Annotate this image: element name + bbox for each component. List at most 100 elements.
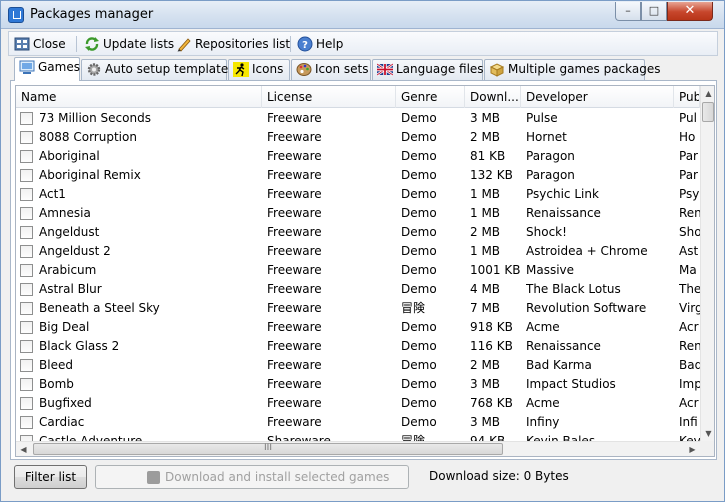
vertical-scroll-thumb[interactable] — [702, 102, 714, 122]
tab-language-files[interactable]: Language files — [372, 59, 484, 80]
row-checkbox[interactable] — [20, 188, 33, 201]
cell-name: Big Deal — [39, 320, 90, 334]
cell-developer: Acme — [526, 320, 560, 334]
column-header-developer[interactable]: Developer — [521, 86, 674, 108]
row-checkbox[interactable] — [20, 131, 33, 144]
table-row[interactable]: Castle Adventure Shareware 冒険 94 KB Kevin Ba… — [16, 432, 700, 441]
close-window-button[interactable]: ✕ — [667, 2, 713, 21]
scroll-right-arrow-icon[interactable]: ▶ — [685, 442, 700, 456]
row-checkbox[interactable] — [20, 302, 33, 315]
column-header-license[interactable]: License — [262, 86, 396, 108]
update-lists-button[interactable]: Update lists — [82, 34, 174, 54]
column-header-name[interactable]: Name — [16, 86, 262, 108]
cell-genre: Demo — [401, 358, 437, 372]
cell-license: Freeware — [267, 301, 322, 315]
scroll-up-arrow-icon[interactable]: ▲ — [701, 86, 714, 101]
row-checkbox[interactable] — [20, 340, 33, 353]
table-row[interactable]: Amnesia Freeware Demo 1 MB Renaissance Ren — [16, 204, 700, 223]
horizontal-scroll-thumb[interactable]: III — [33, 443, 503, 455]
games-tab-panel: Name License Genre Downl... Developer Pu… — [10, 80, 717, 460]
cell-publisher: Psy — [679, 187, 700, 201]
row-checkbox[interactable] — [20, 150, 33, 163]
table-row[interactable]: 73 Million Seconds Freeware Demo 3 MB Pulse P… — [16, 109, 700, 128]
cell-developer: Astroidea + Chrome — [526, 244, 648, 258]
title-bar[interactable]: Packages manager – □ ✕ — [1, 1, 724, 29]
cell-genre: Demo — [401, 111, 437, 125]
list-header: Name License Genre Downl... Developer Pu… — [16, 86, 700, 108]
table-row[interactable]: Aboriginal Freeware Demo 81 KB Paragon Par — [16, 147, 700, 166]
repositories-list-button[interactable]: Repositories list — [174, 34, 290, 54]
cell-license: Freeware — [267, 415, 322, 429]
cell-genre: Demo — [401, 263, 437, 277]
scroll-left-arrow-icon[interactable]: ◀ — [16, 442, 31, 456]
row-checkbox[interactable] — [20, 207, 33, 220]
table-row[interactable]: 8088 Corruption Freeware Demo 2 MB Hornet Ho — [16, 128, 700, 147]
scroll-down-arrow-icon[interactable]: ▼ — [701, 426, 714, 441]
row-checkbox[interactable] — [20, 169, 33, 182]
cell-name: Amnesia — [39, 206, 91, 220]
row-checkbox[interactable] — [20, 416, 33, 429]
column-header-publisher[interactable]: Pub — [674, 86, 700, 108]
column-header-genre[interactable]: Genre — [396, 86, 465, 108]
cell-genre: Demo — [401, 244, 437, 258]
row-checkbox[interactable] — [20, 226, 33, 239]
tab-multiple-games-packages[interactable]: Multiple games packages — [484, 59, 661, 80]
tab-games[interactable]: Games — [14, 57, 80, 81]
cell-genre: Demo — [401, 282, 437, 296]
tab-strip: Games Auto setup templates Icons Icon se… — [14, 57, 714, 81]
tab-language-files-label: Language files — [396, 62, 484, 76]
horizontal-scrollbar[interactable]: ◀ III ▶ — [16, 441, 700, 456]
download-install-label: Download and install selected games — [165, 470, 390, 484]
help-button[interactable]: ? Help — [295, 34, 345, 54]
cell-license: Freeware — [267, 377, 322, 391]
cell-publisher: Par — [679, 149, 698, 163]
table-row[interactable]: Bleed Freeware Demo 2 MB Bad Karma Bad — [16, 356, 700, 375]
row-checkbox[interactable] — [20, 378, 33, 391]
close-toolbar-button[interactable]: Close — [12, 34, 72, 54]
table-row[interactable]: Beneath a Steel Sky Freeware 冒険 7 MB Revolut… — [16, 299, 700, 318]
table-row[interactable]: Act1 Freeware Demo 1 MB Psychic Link Psy — [16, 185, 700, 204]
cell-publisher: Kev — [679, 434, 700, 441]
cell-publisher: The — [679, 282, 700, 296]
row-checkbox[interactable] — [20, 321, 33, 334]
row-checkbox[interactable] — [20, 112, 33, 125]
games-list-view[interactable]: Name License Genre Downl... Developer Pu… — [15, 85, 715, 457]
row-checkbox[interactable] — [20, 283, 33, 296]
column-header-download[interactable]: Downl... — [465, 86, 521, 108]
tab-icons[interactable]: Icons — [228, 59, 290, 80]
row-checkbox[interactable] — [20, 245, 33, 258]
table-row[interactable]: Angeldust 2 Freeware Demo 1 MB Astroidea + C… — [16, 242, 700, 261]
tab-auto-setup-templates[interactable]: Auto setup templates — [81, 59, 234, 80]
table-row[interactable]: Aboriginal Remix Freeware Demo 132 KB Parago… — [16, 166, 700, 185]
table-row[interactable]: Arabicum Freeware Demo 1001 KB Massive Ma — [16, 261, 700, 280]
cell-developer: Infiny — [526, 415, 560, 429]
cell-publisher: Infi — [679, 415, 698, 429]
row-checkbox[interactable] — [20, 397, 33, 410]
toolbar-separator — [290, 36, 291, 52]
tab-icon-sets[interactable]: Icon sets — [291, 59, 371, 80]
table-row[interactable]: Astral Blur Freeware Demo 4 MB The Black Lot… — [16, 280, 700, 299]
table-row[interactable]: Angeldust Freeware Demo 2 MB Shock! Sho — [16, 223, 700, 242]
cell-name: Aboriginal — [39, 149, 100, 163]
download-install-button[interactable]: Download and install selected games — [95, 465, 409, 489]
table-row[interactable]: Black Glass 2 Freeware Demo 116 KB Renaissan… — [16, 337, 700, 356]
cell-developer: Psychic Link — [526, 187, 599, 201]
table-row[interactable]: Cardiac Freeware Demo 3 MB Infiny Infi — [16, 413, 700, 432]
vertical-scrollbar[interactable]: ▲ ▼ — [700, 86, 714, 441]
minimize-button[interactable]: – — [615, 2, 641, 21]
tab-multiple-games-label: Multiple games packages — [508, 62, 661, 76]
table-row[interactable]: Bugfixed Freeware Demo 768 KB Acme Acr — [16, 394, 700, 413]
table-row[interactable]: Big Deal Freeware Demo 918 KB Acme Acr — [16, 318, 700, 337]
row-checkbox[interactable] — [20, 359, 33, 372]
maximize-button[interactable]: □ — [641, 2, 667, 21]
palette-icon — [296, 63, 312, 76]
cell-download: 3 MB — [470, 377, 501, 391]
cell-name: Cardiac — [39, 415, 85, 429]
filter-list-button[interactable]: Filter list — [14, 465, 87, 489]
toolbar: Close Update lists Repositories list ? H… — [8, 31, 718, 56]
table-row[interactable]: Bomb Freeware Demo 3 MB Impact Studios Imp — [16, 375, 700, 394]
cell-developer: Paragon — [526, 168, 575, 182]
row-checkbox[interactable] — [20, 264, 33, 277]
cell-genre: Demo — [401, 225, 437, 239]
tab-icon-sets-label: Icon sets — [315, 62, 369, 76]
